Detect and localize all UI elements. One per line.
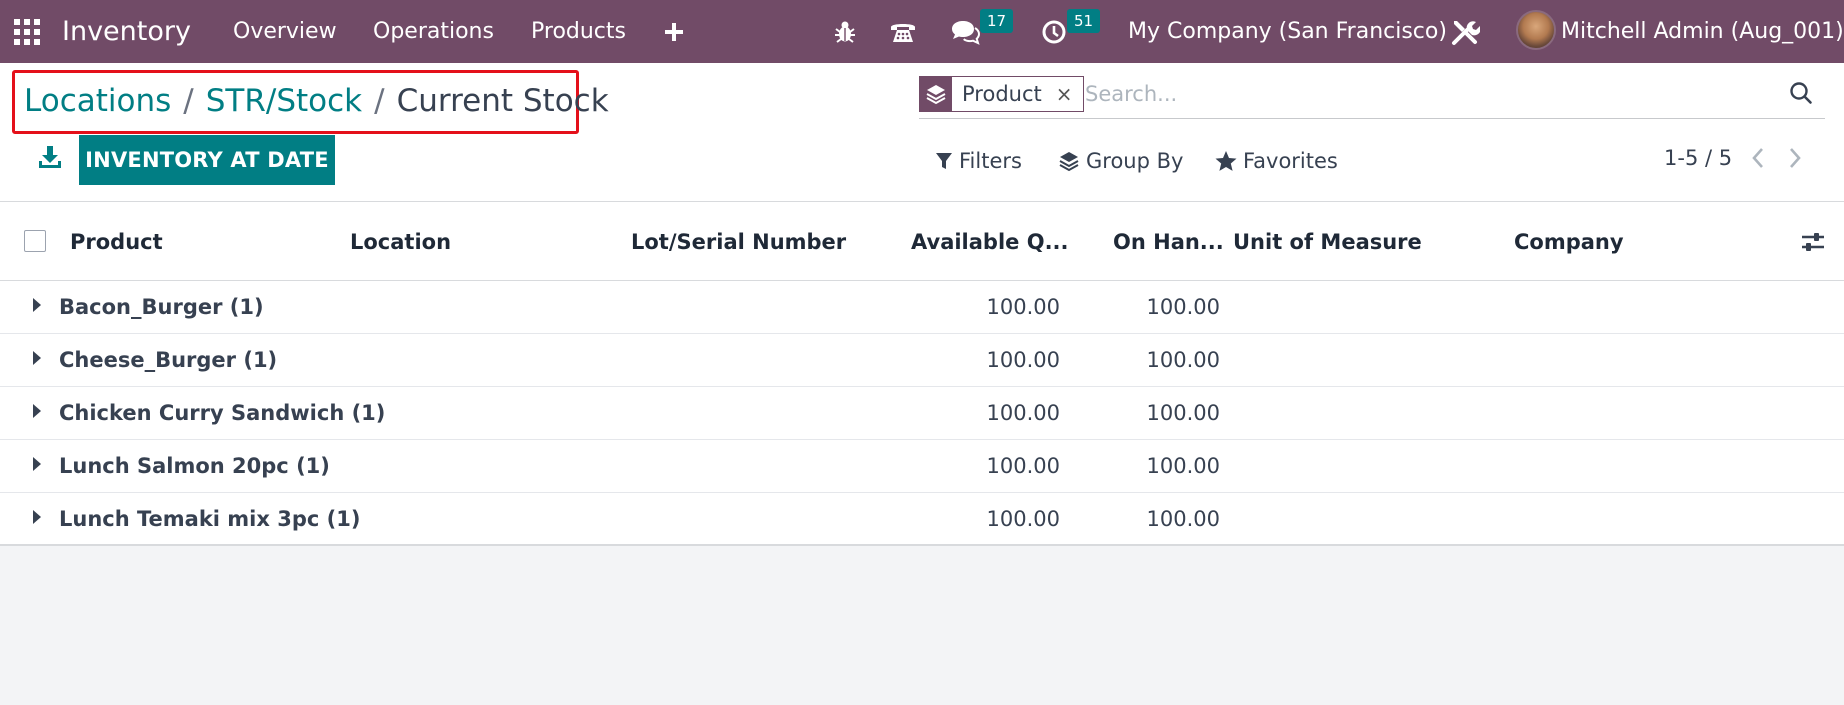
star-icon	[1215, 151, 1237, 171]
filter-icon	[936, 153, 952, 169]
available-qty: 100.00	[986, 454, 1060, 478]
menu-overview[interactable]: Overview	[233, 19, 337, 44]
company-switcher[interactable]: My Company (San Francisco)	[1128, 19, 1447, 44]
group-name: Cheese_Burger (1)	[59, 348, 278, 372]
sliders-icon[interactable]	[1800, 230, 1826, 254]
table-row[interactable]: Lunch Salmon 20pc (1) 100.00 100.00	[0, 440, 1844, 493]
search-icon[interactable]	[1789, 81, 1815, 107]
available-qty: 100.00	[986, 507, 1060, 531]
col-available-quantity[interactable]: Available Q...	[911, 202, 1069, 282]
plus-icon[interactable]	[664, 0, 684, 63]
menu-operations[interactable]: Operations	[373, 19, 494, 44]
select-all-checkbox[interactable]	[24, 230, 46, 252]
user-menu[interactable]: Mitchell Admin (Aug_001)	[1561, 19, 1844, 44]
col-lot-serial[interactable]: Lot/Serial Number	[631, 202, 846, 282]
activity-clock-icon[interactable]	[1041, 0, 1067, 63]
search-bar: Product ×	[919, 76, 1825, 119]
caret-right-icon	[33, 298, 41, 312]
caret-right-icon	[33, 457, 41, 471]
breadcrumb-separator: /	[183, 83, 194, 119]
messages-count-badge: 17	[980, 9, 1014, 33]
user-avatar[interactable]	[1516, 10, 1556, 50]
bug-icon[interactable]	[834, 0, 856, 63]
favorites-dropdown[interactable]: Favorites	[1215, 146, 1338, 176]
chevron-left-icon[interactable]	[1750, 146, 1770, 172]
on-hand-qty: 100.00	[1146, 401, 1220, 425]
available-qty: 100.00	[986, 295, 1060, 319]
menu-products[interactable]: Products	[531, 19, 626, 44]
caret-right-icon	[33, 351, 41, 365]
stock-table: Product Location Lot/Serial Number Avail…	[0, 201, 1844, 546]
debug-tools-icon[interactable]	[1450, 0, 1480, 63]
phone-icon[interactable]	[889, 0, 917, 63]
facet-remove-icon[interactable]: ×	[1056, 77, 1073, 111]
pager-value[interactable]: 1-5 / 5	[1664, 146, 1732, 170]
on-hand-qty: 100.00	[1146, 348, 1220, 372]
table-row[interactable]: Lunch Temaki mix 3pc (1) 100.00 100.00	[0, 493, 1844, 546]
group-name: Chicken Curry Sandwich (1)	[59, 401, 386, 425]
col-unit-of-measure[interactable]: Unit of Measure	[1233, 202, 1422, 282]
on-hand-qty: 100.00	[1146, 507, 1220, 531]
table-row[interactable]: Chicken Curry Sandwich (1) 100.00 100.00	[0, 387, 1844, 440]
table-row[interactable]: Bacon_Burger (1) 100.00 100.00	[0, 281, 1844, 334]
filters-dropdown[interactable]: Filters	[935, 146, 1022, 176]
on-hand-qty: 100.00	[1146, 295, 1220, 319]
table-header: Product Location Lot/Serial Number Avail…	[0, 201, 1844, 281]
group-name: Lunch Temaki mix 3pc (1)	[59, 507, 361, 531]
caret-right-icon	[33, 404, 41, 418]
layers-icon	[920, 77, 952, 111]
search-input[interactable]	[1085, 78, 1685, 110]
group-name: Lunch Salmon 20pc (1)	[59, 454, 330, 478]
favorites-label: Favorites	[1243, 149, 1338, 173]
group-name: Bacon_Burger (1)	[59, 295, 264, 319]
table-row[interactable]: Cheese_Burger (1) 100.00 100.00	[0, 334, 1844, 387]
inventory-at-date-button[interactable]: INVENTORY AT DATE	[79, 135, 335, 185]
app-menu-icon[interactable]	[14, 0, 40, 63]
col-product[interactable]: Product	[70, 202, 163, 282]
caret-right-icon	[33, 510, 41, 524]
available-qty: 100.00	[986, 401, 1060, 425]
breadcrumb-current: Current Stock	[396, 83, 609, 119]
activities-count-badge: 51	[1067, 9, 1101, 33]
app-name[interactable]: Inventory	[62, 16, 191, 47]
messages-icon[interactable]	[950, 0, 980, 63]
breadcrumb: Locations / STR/Stock / Current Stock	[24, 76, 609, 126]
groupby-dropdown[interactable]: Group By	[1058, 146, 1183, 176]
breadcrumb-separator: /	[374, 83, 385, 119]
col-company[interactable]: Company	[1514, 202, 1624, 282]
top-navbar: Inventory Overview Operations Products 1…	[0, 0, 1844, 63]
search-facet: Product ×	[919, 76, 1084, 112]
col-on-hand[interactable]: On Han...	[1113, 202, 1224, 282]
chevron-right-icon[interactable]	[1787, 146, 1807, 172]
available-qty: 100.00	[986, 348, 1060, 372]
empty-list-area	[0, 546, 1844, 705]
filters-label: Filters	[959, 149, 1022, 173]
breadcrumb-str-stock[interactable]: STR/Stock	[206, 83, 362, 119]
layers-icon	[1059, 152, 1079, 172]
facet-label: Product	[962, 82, 1042, 106]
col-location[interactable]: Location	[350, 202, 451, 282]
groupby-label: Group By	[1086, 149, 1184, 173]
breadcrumb-locations[interactable]: Locations	[24, 83, 171, 119]
on-hand-qty: 100.00	[1146, 454, 1220, 478]
download-icon[interactable]	[38, 144, 66, 172]
